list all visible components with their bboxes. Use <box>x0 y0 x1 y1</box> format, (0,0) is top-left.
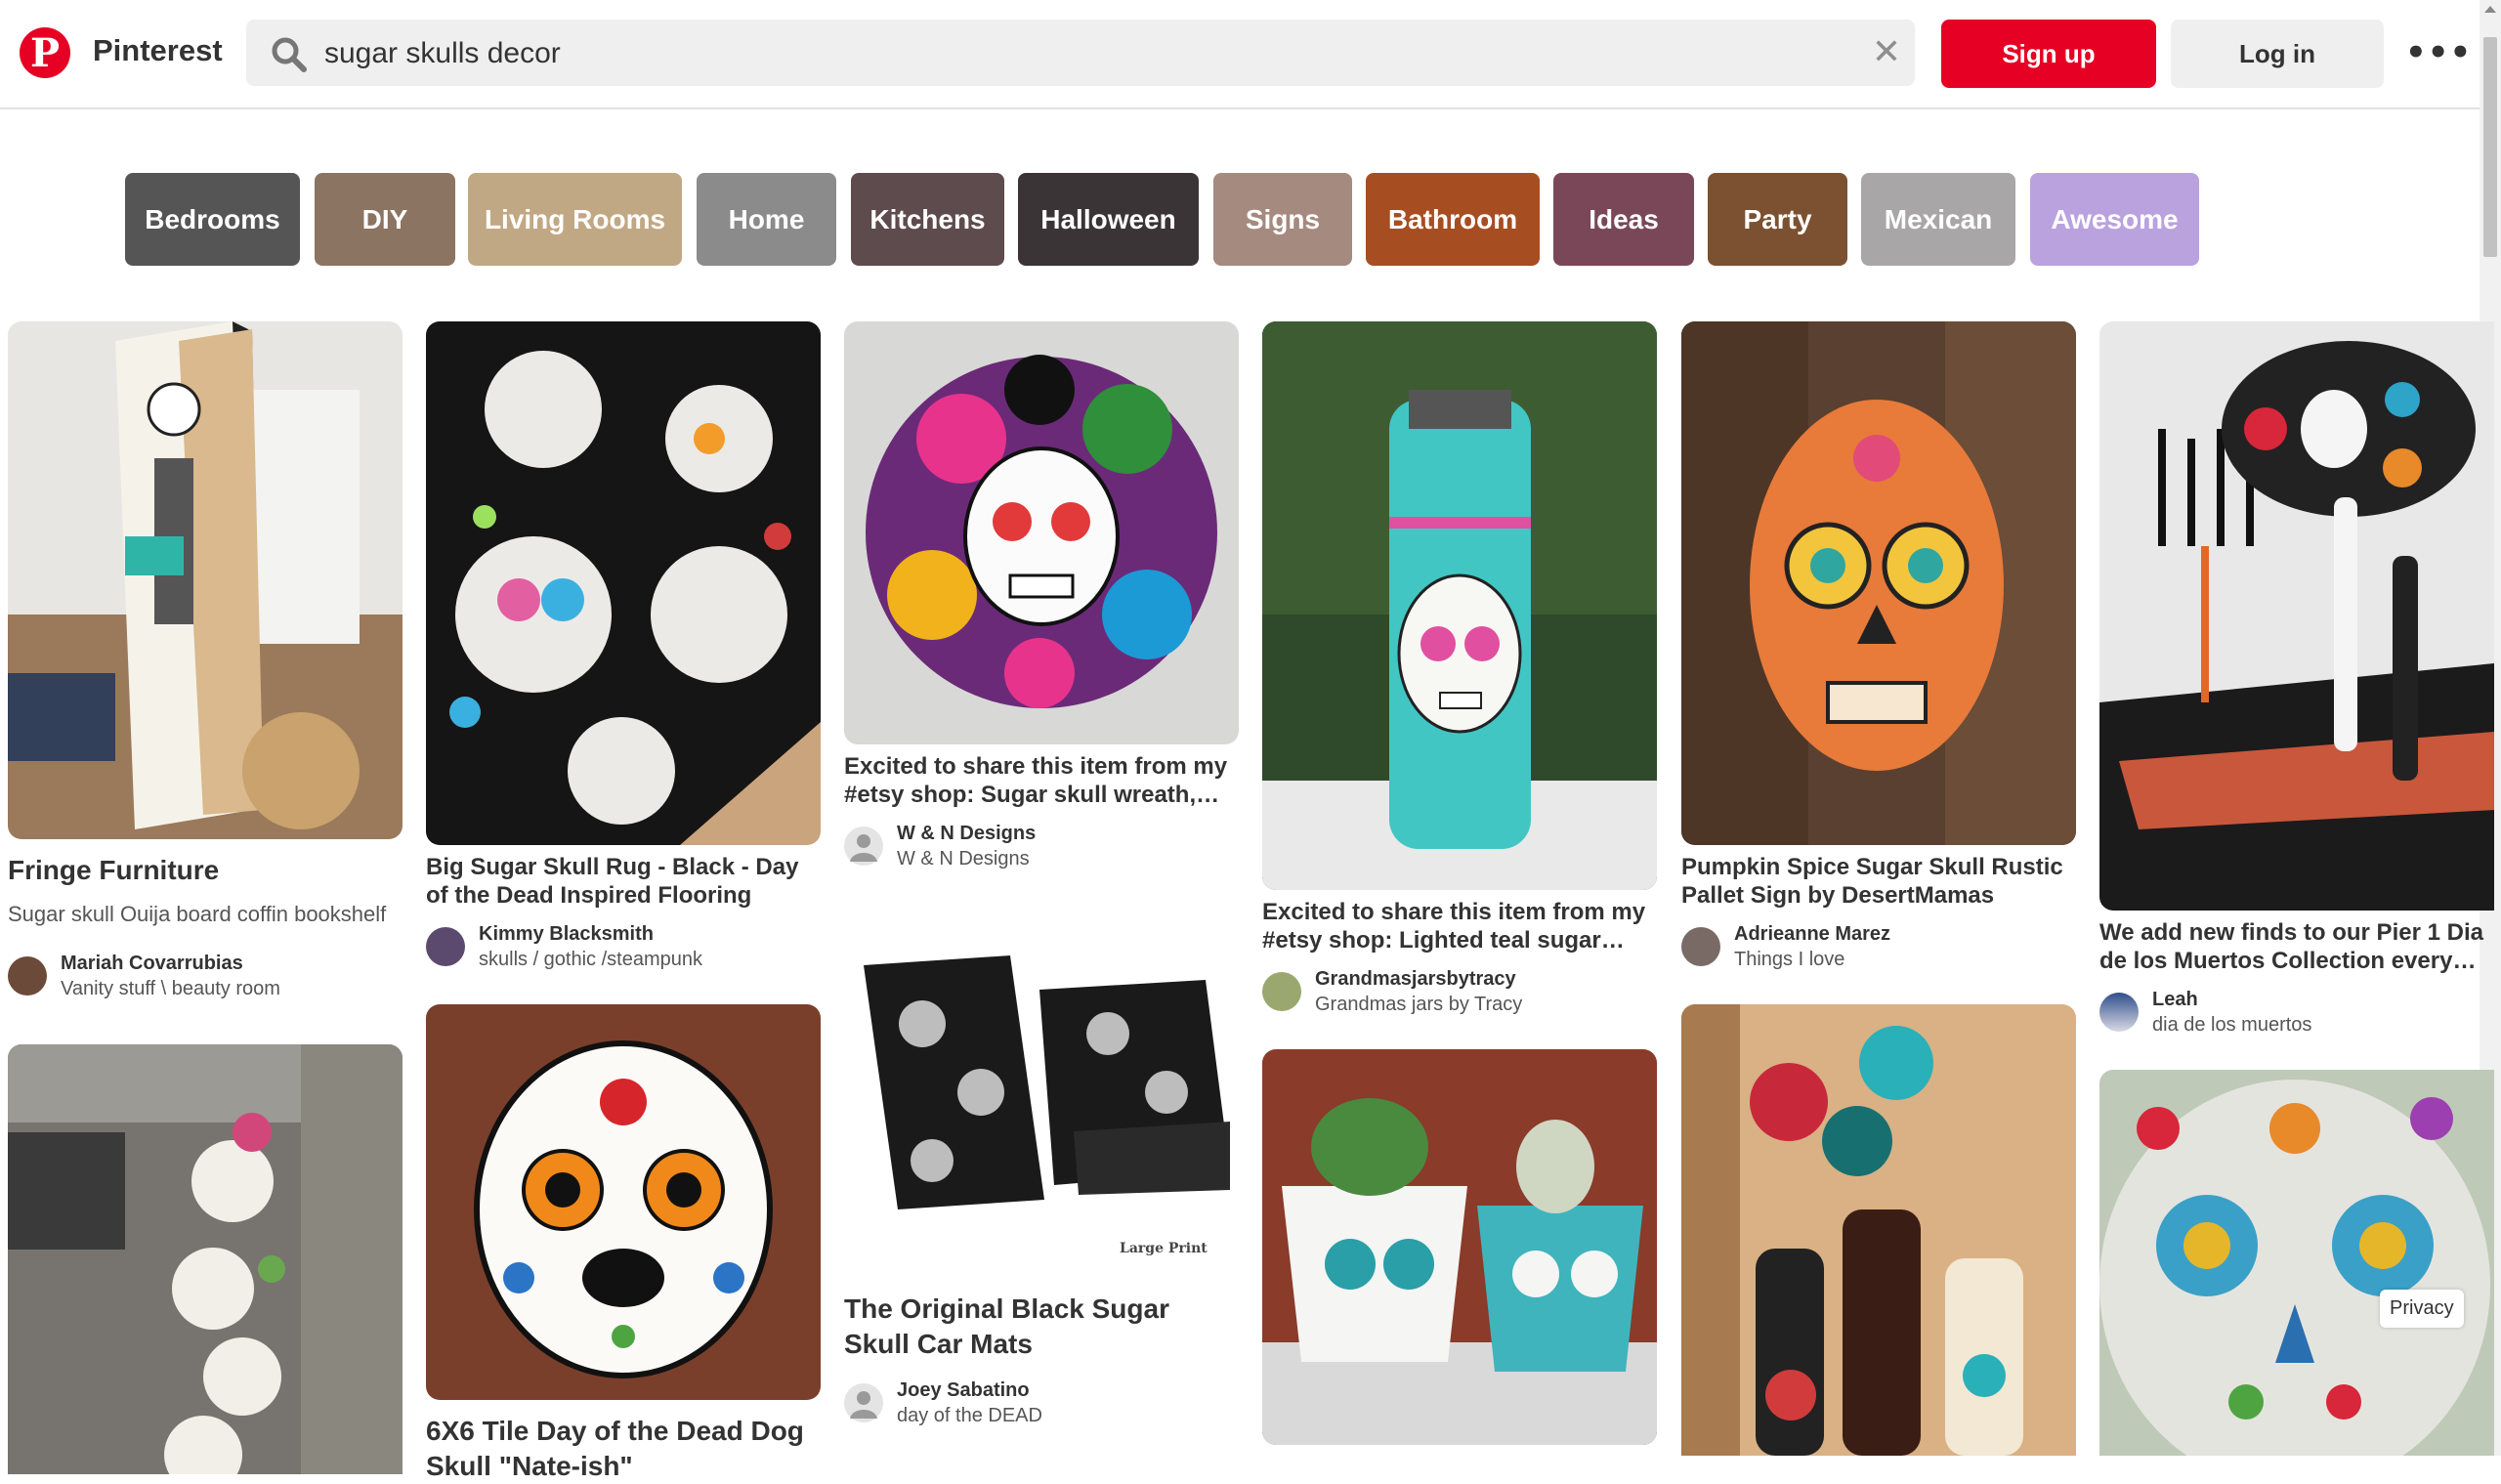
guide-ideas[interactable]: Ideas <box>1553 173 1694 266</box>
pin-image[interactable] <box>1262 321 1657 890</box>
guide-awesome[interactable]: Awesome <box>2030 173 2199 266</box>
brand-name[interactable]: Pinterest <box>93 33 223 68</box>
sign-up-button[interactable]: Sign up <box>1941 20 2156 88</box>
guide-halloween[interactable]: Halloween <box>1018 173 1199 266</box>
guide-bedrooms[interactable]: Bedrooms <box>125 173 300 266</box>
pinterest-logo-icon[interactable]: P <box>20 27 70 78</box>
pin-image[interactable] <box>8 1044 403 1474</box>
board-name[interactable]: Things I love <box>1734 947 1890 972</box>
pinner-name[interactable]: Leah <box>2152 987 2311 1012</box>
pin-image[interactable] <box>844 321 1239 744</box>
guide-bathroom[interactable]: Bathroom <box>1366 173 1540 266</box>
pin-card[interactable] <box>8 1044 403 1474</box>
pin-title[interactable]: The Original Black Sugar Skull Car Mats <box>844 1292 1239 1362</box>
pin-attribution[interactable]: Leah dia de los muertos <box>2099 987 2494 1038</box>
pin-title[interactable]: Big Sugar Skull Rug - Black - Day of the… <box>426 853 821 910</box>
pin-image[interactable] <box>1681 321 2076 845</box>
pin-image[interactable] <box>1681 1004 2076 1456</box>
scrollbar-thumb[interactable] <box>2483 37 2497 257</box>
pin-card[interactable]: Large Print The Original Black Sugar Sku… <box>844 946 1239 1428</box>
pin-attribution[interactable]: Mariah Covarrubias Vanity stuff \ beauty… <box>8 951 403 1001</box>
pin-card[interactable]: We add new finds to our Pier 1 Dia de lo… <box>2099 321 2494 1038</box>
pin-card[interactable]: Excited to share this item from my #etsy… <box>844 321 1239 871</box>
pin-card[interactable] <box>1262 1049 1657 1445</box>
pin-attribution[interactable]: W & N Designs W & N Designs <box>844 821 1239 871</box>
pin-attribution[interactable]: Adrieanne Marez Things I love <box>1681 921 2076 972</box>
top-nav: P Pinterest ✕ Sign up Log in ••• <box>0 0 2480 109</box>
pin-card[interactable] <box>1681 1004 2076 1456</box>
guide-home[interactable]: Home <box>697 173 836 266</box>
pin-image[interactable] <box>2099 1070 2494 1456</box>
default-avatar-icon <box>850 834 877 862</box>
default-avatar-icon <box>850 1391 877 1419</box>
guide-party[interactable]: Party <box>1708 173 1847 266</box>
log-in-button[interactable]: Log in <box>2171 20 2384 88</box>
board-name[interactable]: dia de los muertos <box>2152 1012 2311 1038</box>
avatar[interactable] <box>2099 993 2139 1032</box>
pinner-name[interactable]: Mariah Covarrubias <box>61 951 280 976</box>
avatar[interactable] <box>1681 927 1720 966</box>
pin-attribution[interactable]: Joey Sabatino day of the DEAD <box>844 1378 1239 1428</box>
pin-card[interactable] <box>2099 1070 2494 1456</box>
image-caption: Large Print <box>1120 1241 1208 1256</box>
search-icon <box>272 37 307 72</box>
pin-card[interactable]: Excited to share this item from my #etsy… <box>1262 321 1657 1017</box>
board-name[interactable]: Vanity stuff \ beauty room <box>61 976 280 1001</box>
more-options-icon[interactable]: ••• <box>2405 35 2472 70</box>
pinner-name[interactable]: Adrieanne Marez <box>1734 921 1890 947</box>
pin-card[interactable]: Fringe Furniture Sugar skull Ouija board… <box>8 321 403 1001</box>
avatar[interactable] <box>1262 972 1301 1011</box>
guide-diy[interactable]: DIY <box>315 173 455 266</box>
pinner-name[interactable]: W & N Designs <box>897 821 1036 846</box>
pin-attribution[interactable]: Grandmasjarsbytracy Grandmas jars by Tra… <box>1262 966 1657 1017</box>
pinner-name[interactable]: Kimmy Blacksmith <box>479 921 702 947</box>
guide-mexican[interactable]: Mexican <box>1861 173 2015 266</box>
pin-title[interactable]: 6X6 Tile Day of the Dead Dog Skull "Nate… <box>426 1414 821 1484</box>
pin-image[interactable] <box>2099 321 2494 911</box>
pin-image[interactable] <box>426 321 821 845</box>
pin-image[interactable]: Large Print <box>844 946 1239 1278</box>
privacy-link[interactable]: Privacy <box>2380 1290 2464 1328</box>
clear-search-icon[interactable]: ✕ <box>1872 35 1901 70</box>
pin-title[interactable]: Excited to share this item from my #etsy… <box>844 752 1239 809</box>
guide-kitchens[interactable]: Kitchens <box>851 173 1004 266</box>
avatar[interactable] <box>426 927 465 966</box>
pin-title[interactable]: Excited to share this item from my #etsy… <box>1262 898 1657 954</box>
board-name[interactable]: W & N Designs <box>897 846 1036 871</box>
pin-image[interactable] <box>8 321 403 839</box>
board-name[interactable]: Grandmas jars by Tracy <box>1315 992 1522 1017</box>
pin-image[interactable] <box>426 1004 821 1400</box>
guide-signs[interactable]: Signs <box>1213 173 1352 266</box>
pin-title[interactable]: Pumpkin Spice Sugar Skull Rustic Pallet … <box>1681 853 2076 910</box>
board-name[interactable]: skulls / gothic /steampunk <box>479 947 702 972</box>
search-input[interactable] <box>322 20 1792 88</box>
pinner-name[interactable]: Grandmasjarsbytracy <box>1315 966 1522 992</box>
avatar[interactable] <box>8 956 47 996</box>
search-bar[interactable]: ✕ <box>246 20 1915 88</box>
avatar[interactable] <box>844 827 883 866</box>
guide-living-rooms[interactable]: Living Rooms <box>468 173 682 266</box>
pin-title[interactable]: Fringe Furniture <box>8 853 403 888</box>
pin-card[interactable]: 6X6 Tile Day of the Dead Dog Skull "Nate… <box>426 1004 821 1484</box>
pin-image[interactable] <box>1262 1049 1657 1445</box>
pin-description: Sugar skull Ouija board coffin bookshelf <box>8 902 387 926</box>
pin-card[interactable]: Pumpkin Spice Sugar Skull Rustic Pallet … <box>1681 321 2076 972</box>
board-name[interactable]: day of the DEAD <box>897 1403 1042 1428</box>
scroll-up-arrow-icon[interactable] <box>2484 6 2496 13</box>
pin-attribution[interactable]: Kimmy Blacksmith skulls / gothic /steamp… <box>426 921 821 972</box>
avatar[interactable] <box>844 1383 883 1422</box>
pin-title[interactable]: We add new finds to our Pier 1 Dia de lo… <box>2099 918 2490 975</box>
pinner-name[interactable]: Joey Sabatino <box>897 1378 1042 1403</box>
pin-card[interactable]: Big Sugar Skull Rug - Black - Day of the… <box>426 321 821 972</box>
